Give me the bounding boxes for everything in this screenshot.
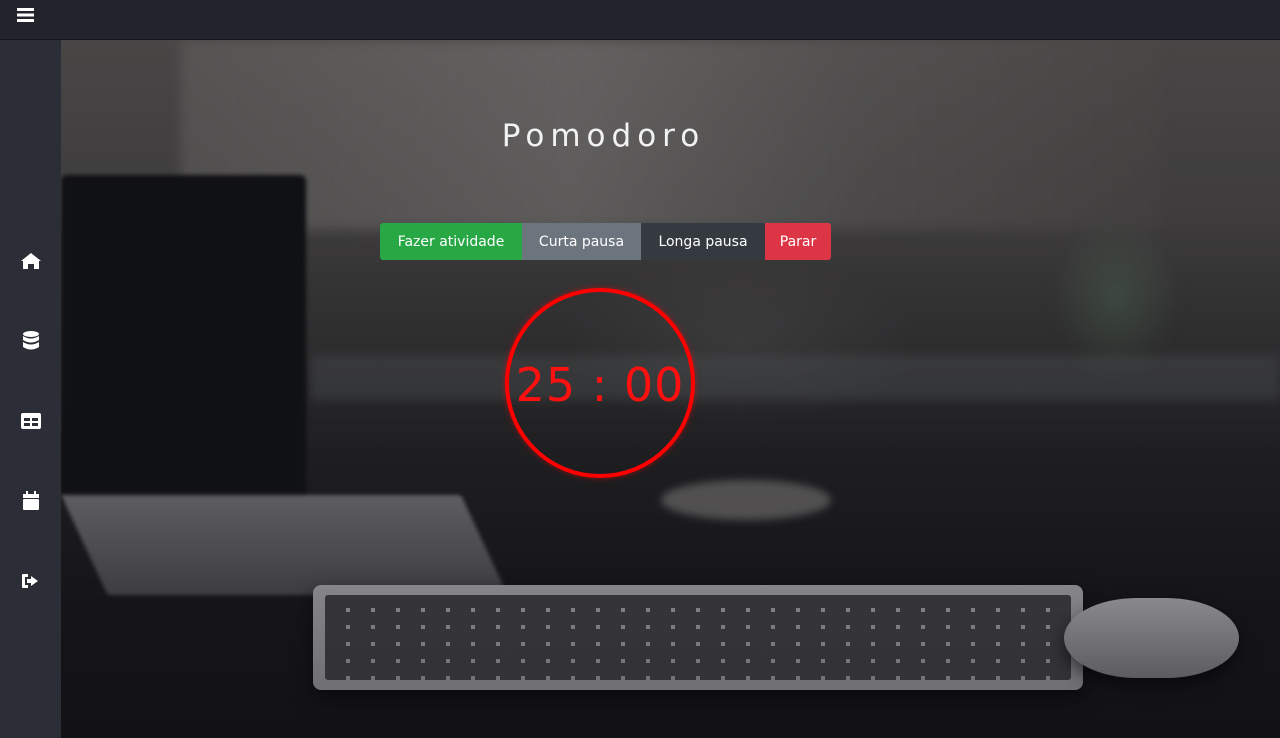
top-bar — [0, 0, 1280, 40]
sidebar-item-logout[interactable] — [16, 570, 46, 596]
sign-out-icon — [21, 572, 41, 594]
sidebar-item-home[interactable] — [16, 250, 46, 276]
sidebar-item-calendar[interactable] — [16, 490, 46, 516]
home-icon — [20, 251, 42, 275]
stop-button[interactable]: Parar — [765, 223, 831, 260]
long-break-button[interactable]: Longa pausa — [641, 223, 765, 260]
calendar-icon — [22, 491, 40, 515]
sidebar — [0, 40, 61, 738]
short-break-button[interactable]: Curta pausa — [522, 223, 641, 260]
main-content: Pomodoro Fazer atividade Curta pausa Lon… — [61, 40, 1280, 738]
hamburger-menu-icon[interactable] — [15, 6, 37, 24]
database-icon — [22, 330, 40, 356]
sidebar-item-database[interactable] — [16, 330, 46, 356]
activity-button[interactable]: Fazer atividade — [380, 223, 522, 260]
sidebar-item-table[interactable] — [16, 410, 46, 436]
mode-button-group: Fazer atividade Curta pausa Longa pausa … — [380, 223, 831, 260]
page-title: Pomodoro — [501, 118, 706, 154]
table-icon — [21, 413, 41, 433]
timer-display: 25 : 00 — [515, 358, 685, 412]
